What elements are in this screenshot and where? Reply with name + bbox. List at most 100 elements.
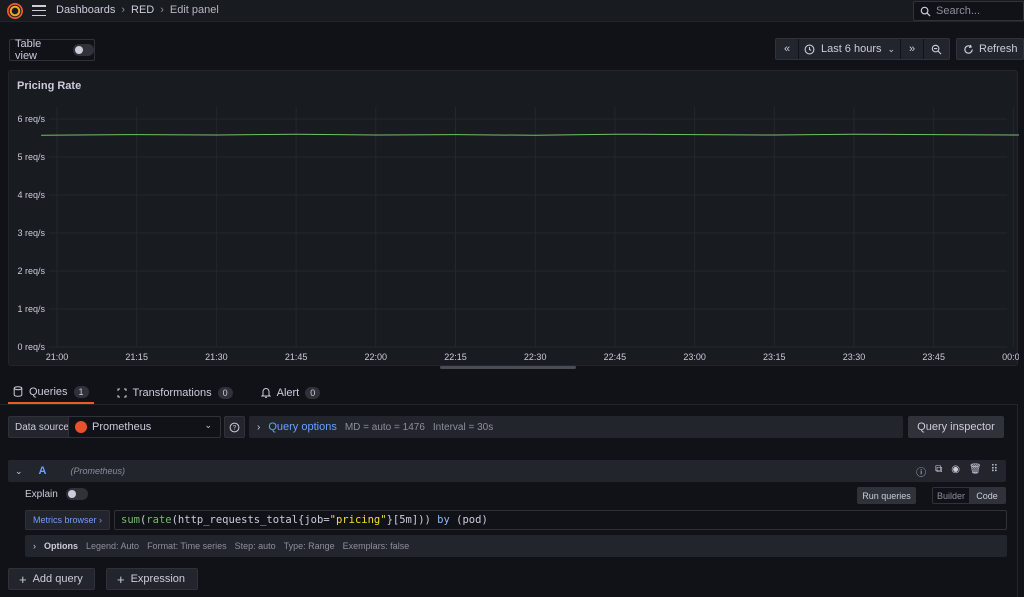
duplicate-icon[interactable]: ⧉ xyxy=(935,464,942,479)
plus-icon: + xyxy=(117,571,125,587)
y-tick-label: 4 req/s xyxy=(17,190,45,200)
y-tick-label: 2 req/s xyxy=(17,266,45,276)
x-tick-label: 21:45 xyxy=(285,352,308,362)
panel-preview: Pricing Rate 6 req/s 5 req/s 4 req/s 3 req/… xyxy=(8,70,1019,367)
grafana-logo-icon[interactable] xyxy=(7,3,23,19)
editor-tabs: Queries 1 Transformations 0 Alert 0 xyxy=(8,381,325,405)
database-icon xyxy=(13,386,23,397)
chevron-down-icon: ⌄ xyxy=(204,420,212,430)
refresh-label: Refresh xyxy=(979,43,1018,55)
breadcrumb-edit-panel: Edit panel xyxy=(169,4,219,16)
option-legend: Legend: Auto xyxy=(86,541,140,551)
option-format: Format: Time series xyxy=(147,541,227,551)
plus-icon: + xyxy=(19,571,27,587)
option-type: Type: Range xyxy=(283,541,335,551)
data-source-select[interactable]: Prometheus ⌄ xyxy=(68,416,221,438)
add-query-button[interactable]: + Add query xyxy=(8,568,95,590)
tab-alert-count: 0 xyxy=(305,386,321,399)
query-options-interval: Interval = 30s xyxy=(432,421,494,433)
table-view-toggle[interactable]: Table view xyxy=(9,38,95,62)
tab-alert-label: Alert xyxy=(276,386,300,399)
query-expression-input[interactable]: sum(rate(http_requests_total{job = "pricin… xyxy=(114,510,1007,530)
top-bar: Dashboards › RED › Edit panel Search... xyxy=(0,0,1024,22)
mode-builder[interactable]: Builder xyxy=(933,488,969,503)
table-view-label: Table view xyxy=(15,38,42,62)
x-tick-label: 22:15 xyxy=(444,352,467,362)
y-tick-label: 5 req/s xyxy=(17,152,45,162)
expression-label: Expression xyxy=(130,573,186,585)
mode-code[interactable]: Code xyxy=(969,488,1005,503)
time-series-chart[interactable]: 6 req/s 5 req/s 4 req/s 3 req/s 2 req/s 1 req… xyxy=(9,71,1019,367)
refresh-icon xyxy=(964,44,973,54)
data-source-row: Data source xyxy=(8,416,76,438)
drag-handle-icon[interactable]: ⠿ xyxy=(991,464,998,479)
chevron-down-icon: ⌄ xyxy=(887,43,896,54)
breadcrumb-red[interactable]: RED xyxy=(131,4,154,16)
tab-queries-count: 1 xyxy=(73,385,89,398)
svg-text:?: ? xyxy=(233,424,237,431)
add-query-label: Add query xyxy=(32,573,83,585)
query-options-row[interactable]: › Options Legend: Auto Format: Time seri… xyxy=(25,535,1007,557)
collapse-chevron-icon[interactable]: ⌄ xyxy=(15,466,23,477)
tab-queries-label: Queries xyxy=(29,385,68,398)
expr-label-value: "pricing" xyxy=(329,514,387,526)
expr-range: [5m] xyxy=(392,514,419,526)
query-letter[interactable]: A xyxy=(39,465,47,477)
explain-toggle[interactable]: Explain xyxy=(25,488,88,500)
x-tick-label: 23:00 xyxy=(683,352,706,362)
tab-transformations-label: Transformations xyxy=(132,386,212,399)
tab-transformations[interactable]: Transformations 0 xyxy=(112,381,238,404)
expr-fn-sum: sum xyxy=(121,514,140,526)
option-step: Step: auto xyxy=(234,541,276,551)
add-expression-button[interactable]: + Expression xyxy=(106,568,198,590)
table-view-switch[interactable] xyxy=(72,44,94,56)
option-exemplars: Exemplars: false xyxy=(342,541,410,551)
chevron-right-icon: › xyxy=(33,541,36,551)
panel-resize-handle[interactable] xyxy=(440,366,576,369)
chevron-right-icon: › xyxy=(257,421,261,433)
query-options-md: MD = auto = 1476 xyxy=(344,421,425,433)
transform-icon xyxy=(117,388,127,397)
x-tick-label: 23:45 xyxy=(922,352,945,362)
x-tick-label: 23:15 xyxy=(763,352,786,362)
time-range-picker[interactable]: Last 6 hours ⌄ xyxy=(799,39,901,59)
tab-alert[interactable]: Alert 0 xyxy=(256,381,326,404)
help-icon[interactable]: ? xyxy=(224,416,245,438)
query-options-bar[interactable]: › Query options MD = auto = 1476 Interva… xyxy=(249,416,903,438)
explain-switch[interactable] xyxy=(65,488,88,500)
tab-queries[interactable]: Queries 1 xyxy=(8,381,94,404)
eye-icon[interactable]: ◉ xyxy=(951,464,960,479)
series-line xyxy=(41,133,1019,136)
query-help-icon[interactable]: ⓘ xyxy=(916,464,926,479)
time-back-icon[interactable]: « xyxy=(776,39,799,59)
zoom-out-icon[interactable] xyxy=(924,39,948,59)
expr-fn-rate: rate xyxy=(146,514,172,526)
prometheus-icon xyxy=(75,421,87,433)
trash-icon[interactable]: 🗑 xyxy=(969,464,982,479)
query-options-link[interactable]: Query options xyxy=(268,421,336,433)
time-picker-group: « Last 6 hours ⌄ » xyxy=(775,38,950,60)
x-tick-label: 22:30 xyxy=(524,352,547,362)
metrics-browser-button[interactable]: Metrics browser › xyxy=(25,510,110,530)
query-inspector-button[interactable]: Query inspector xyxy=(908,416,1004,438)
search-icon xyxy=(920,6,931,17)
y-tick-label: 3 req/s xyxy=(17,228,45,238)
editor-mode-toggle: Builder Code xyxy=(932,487,1006,504)
expr-metric: http_requests_total xyxy=(177,514,299,526)
query-row-header: ⌄ A (Prometheus) ⓘ ⧉ ◉ 🗑 ⠿ xyxy=(8,460,1006,482)
panel-toolbar: Table view « Last 6 hours ⌄ » Refresh xyxy=(0,22,1024,68)
x-tick-label: 21:00 xyxy=(46,352,69,362)
menu-icon[interactable] xyxy=(32,5,46,16)
refresh-button[interactable]: Refresh xyxy=(956,38,1024,60)
y-tick-label: 1 req/s xyxy=(17,304,45,314)
x-tick-label: 21:30 xyxy=(205,352,228,362)
search-input[interactable]: Search... xyxy=(913,1,1024,21)
breadcrumb-dashboards[interactable]: Dashboards xyxy=(56,4,115,16)
y-tick-label: 0 req/s xyxy=(17,342,45,352)
x-tick-label: 23:30 xyxy=(843,352,866,362)
expr-keyword-by: by xyxy=(437,514,450,526)
options-label: Options xyxy=(44,541,78,551)
x-tick-label: 22:45 xyxy=(604,352,627,362)
run-queries-button[interactable]: Run queries xyxy=(857,487,916,504)
time-forward-icon[interactable]: » xyxy=(901,39,924,59)
